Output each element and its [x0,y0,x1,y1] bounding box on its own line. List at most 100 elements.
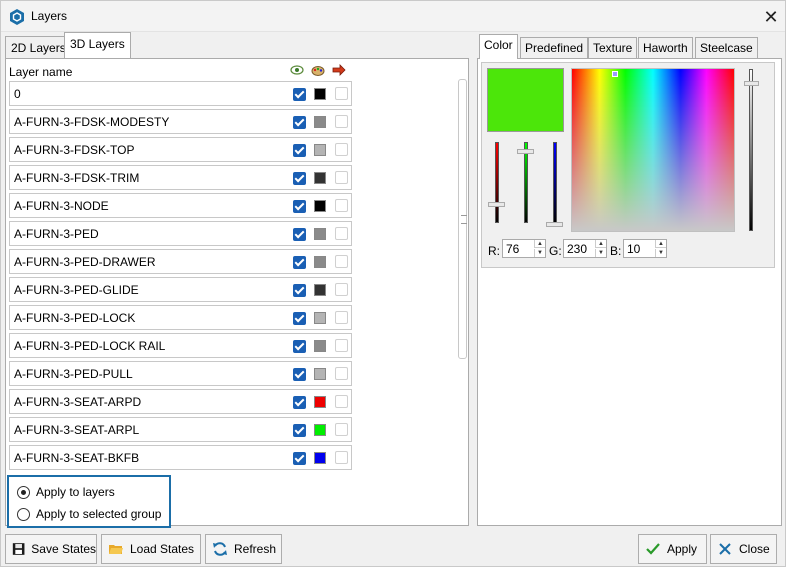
layer-option-checkbox[interactable] [335,339,348,352]
save-states-button[interactable]: Save States [5,534,97,564]
tab-3d-layers[interactable]: 3D Layers [64,32,131,58]
layer-color-swatch[interactable] [314,116,326,128]
layer-color-swatch[interactable] [314,340,326,352]
apply-to-selected-group-label[interactable]: Apply to selected group [36,507,161,521]
layer-visible-checkbox[interactable] [293,312,306,325]
color-palette-icon[interactable] [311,63,325,77]
layer-option-checkbox[interactable] [335,451,348,464]
layer-row[interactable]: A-FURN-3-FDSK-TOP [9,137,352,162]
r-value[interactable]: 76 [506,242,519,256]
layer-visible-checkbox[interactable] [293,396,306,409]
r-down-arrow-icon[interactable]: ▼ [534,249,545,257]
layer-color-swatch[interactable] [314,284,326,296]
layer-row[interactable]: A-FURN-3-PED [9,221,352,246]
layer-option-checkbox[interactable] [335,283,348,296]
layer-color-swatch[interactable] [314,312,326,324]
layer-row[interactable]: A-FURN-3-PED-PULL [9,361,352,386]
layer-name[interactable]: A-FURN-3-PED-PULL [14,367,133,381]
green-slider-track[interactable] [524,142,528,223]
layer-name[interactable]: A-FURN-3-FDSK-TRIM [14,171,139,185]
layer-row[interactable]: A-FURN-3-PED-LOCK [9,305,352,330]
tab-2d-layers[interactable]: 2D Layers [5,36,72,58]
g-value[interactable]: 230 [567,242,587,256]
layer-visible-checkbox[interactable] [293,200,306,213]
layer-row[interactable]: A-FURN-3-FDSK-MODESTY [9,109,352,134]
g-up-arrow-icon[interactable]: ▲ [595,240,606,248]
layer-option-checkbox[interactable] [335,171,348,184]
layer-row[interactable]: A-FURN-3-PED-DRAWER [9,249,352,274]
layer-row[interactable]: 0 [9,81,352,106]
layer-option-checkbox[interactable] [335,255,348,268]
layer-color-swatch[interactable] [314,396,326,408]
layer-row[interactable]: A-FURN-3-SEAT-ARPD [9,389,352,414]
layer-visible-checkbox[interactable] [293,88,306,101]
layer-name[interactable]: A-FURN-3-PED-LOCK [14,311,135,325]
r-up-arrow-icon[interactable]: ▲ [534,240,545,248]
layer-name[interactable]: A-FURN-3-PED [14,227,99,241]
apply-to-layers-label[interactable]: Apply to layers [36,485,115,499]
layer-visible-checkbox[interactable] [293,284,306,297]
layer-color-swatch[interactable] [314,368,326,380]
b-up-arrow-icon[interactable]: ▲ [655,240,666,248]
layer-option-checkbox[interactable] [335,367,348,380]
layer-name[interactable]: A-FURN-3-PED-LOCK RAIL [14,339,165,353]
layer-visible-checkbox[interactable] [293,172,306,185]
blue-slider-thumb[interactable] [546,222,563,227]
layer-color-swatch[interactable] [314,172,326,184]
visibility-icon[interactable] [290,63,304,77]
close-button[interactable]: Close [710,534,777,564]
scrollbar-grip[interactable] [461,215,467,224]
layer-option-checkbox[interactable] [335,311,348,324]
layer-visible-checkbox[interactable] [293,368,306,381]
tab-texture[interactable]: Texture [588,37,638,59]
refresh-button[interactable]: Refresh [205,534,282,564]
g-down-arrow-icon[interactable]: ▼ [595,249,606,257]
r-spinbox[interactable]: 76 ▲ ▼ [502,239,546,258]
b-down-arrow-icon[interactable]: ▼ [655,249,666,257]
layer-name[interactable]: A-FURN-3-PED-GLIDE [14,283,139,297]
layer-row[interactable]: A-FURN-3-FDSK-TRIM [9,165,352,190]
layer-row[interactable]: A-FURN-3-PED-GLIDE [9,277,352,302]
apply-button[interactable]: Apply [638,534,707,564]
apply-to-selected-group-radio[interactable] [17,508,30,521]
layer-color-swatch[interactable] [314,424,326,436]
spectrum-marker[interactable] [612,71,618,77]
b-value[interactable]: 10 [627,242,640,256]
layer-row[interactable]: A-FURN-3-NODE [9,193,352,218]
tab-predefined[interactable]: Predefined [520,37,589,59]
color-spectrum[interactable] [571,68,735,232]
layer-name[interactable]: A-FURN-3-SEAT-BKFB [14,451,139,465]
tab-haworth[interactable]: Haworth [638,37,693,59]
layer-row[interactable]: A-FURN-3-SEAT-BKFB [9,445,352,470]
layer-option-checkbox[interactable] [335,395,348,408]
layer-name[interactable]: 0 [14,87,21,101]
layer-color-swatch[interactable] [314,256,326,268]
layer-visible-checkbox[interactable] [293,144,306,157]
load-states-button[interactable]: Load States [101,534,201,564]
layer-option-checkbox[interactable] [335,199,348,212]
layer-visible-checkbox[interactable] [293,256,306,269]
layer-option-checkbox[interactable] [335,227,348,240]
blue-slider-track[interactable] [553,142,557,223]
layer-name[interactable]: A-FURN-3-FDSK-MODESTY [14,115,169,129]
arrow-export-icon[interactable] [332,63,346,77]
brightness-slider-track[interactable] [749,69,753,231]
tab-color[interactable]: Color [479,34,518,59]
b-spinbox[interactable]: 10 ▲ ▼ [623,239,667,258]
layer-name[interactable]: A-FURN-3-FDSK-TOP [14,143,134,157]
green-slider-thumb[interactable] [517,149,534,154]
red-slider-track[interactable] [495,142,499,223]
tab-steelcase[interactable]: Steelcase [695,37,758,59]
apply-to-layers-radio[interactable] [17,486,30,499]
layer-option-checkbox[interactable] [335,423,348,436]
g-spinbox[interactable]: 230 ▲ ▼ [563,239,607,258]
layer-visible-checkbox[interactable] [293,452,306,465]
layer-option-checkbox[interactable] [335,115,348,128]
layer-option-checkbox[interactable] [335,87,348,100]
layer-color-swatch[interactable] [314,144,326,156]
layer-name[interactable]: A-FURN-3-NODE [14,199,109,213]
layer-name[interactable]: A-FURN-3-SEAT-ARPL [14,423,139,437]
layer-option-checkbox[interactable] [335,143,348,156]
layer-visible-checkbox[interactable] [293,116,306,129]
layer-name[interactable]: A-FURN-3-SEAT-ARPD [14,395,141,409]
